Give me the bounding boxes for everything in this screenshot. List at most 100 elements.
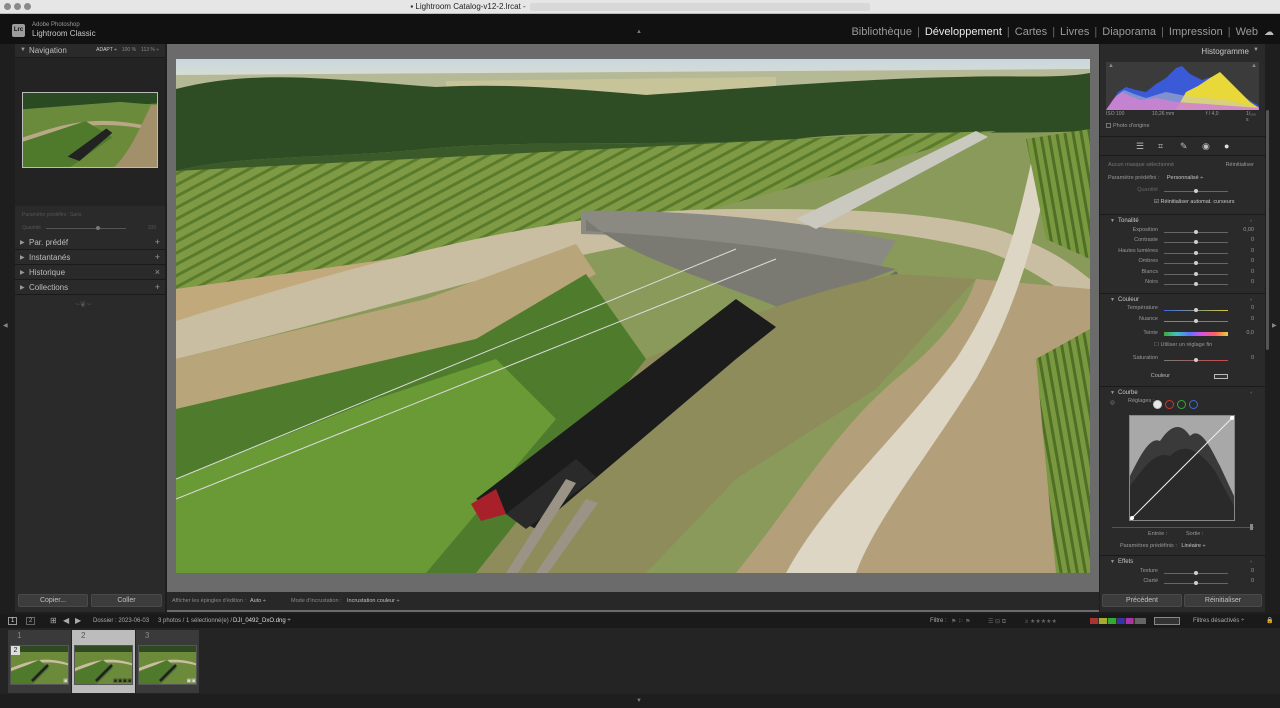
folder-source[interactable]: Dossier : 2023-06-03 xyxy=(93,618,149,624)
curve-red-channel[interactable] xyxy=(1165,400,1174,409)
previous-button[interactable]: Précédent xyxy=(1102,594,1182,607)
expand-left-panel-icon[interactable]: ◀ xyxy=(3,322,8,329)
zoom-100[interactable]: 100 % xyxy=(122,47,136,53)
mask-reset-link[interactable]: Réinitialiser xyxy=(1226,162,1254,168)
module-livres[interactable]: Livres xyxy=(1060,26,1089,38)
filmstrip-cell[interactable]: 1 2 ▣ xyxy=(8,630,71,693)
presets-header[interactable]: ▶ Par. prédéf + xyxy=(15,236,165,250)
history-header[interactable]: ▶ Historique × xyxy=(15,266,165,280)
contraste-slider[interactable]: Contraste 0 xyxy=(1100,237,1265,246)
back-arrow-icon[interactable]: ◀ xyxy=(63,616,69,625)
navigator-thumbnail[interactable] xyxy=(22,92,158,168)
exposition-slider[interactable]: Exposition 0,00 xyxy=(1100,227,1265,236)
module-developpement[interactable]: Développement xyxy=(925,26,1002,38)
right-panel-scrollbar[interactable] xyxy=(1266,110,1269,350)
module-web[interactable]: Web xyxy=(1236,26,1258,38)
visibility-toggle-icon[interactable]: ◐ xyxy=(1250,390,1253,396)
edit-sliders-icon[interactable]: ☰ xyxy=(1136,141,1144,152)
couleur-header[interactable]: ▼ Couleur ◐ xyxy=(1100,293,1265,305)
star-filter-icons[interactable]: ≥ ★★★★★ xyxy=(1025,618,1057,625)
fine-adjust-row[interactable]: ☐ Utiliser un réglage fin xyxy=(1154,342,1212,348)
original-photo-toggle[interactable]: Photo d'origine xyxy=(1106,123,1150,129)
clear-history-icon[interactable]: × xyxy=(155,267,160,277)
curve-region-slider[interactable] xyxy=(1112,524,1257,530)
expand-right-panel-icon[interactable]: ▶ xyxy=(1272,322,1277,329)
add-collection-icon[interactable]: + xyxy=(155,282,160,292)
thumbnail-badge-icons: ▣▣▣▣ xyxy=(113,678,132,684)
flag-filter-icons[interactable]: ⚑ ⚐ ⚑ xyxy=(951,618,970,625)
auto-reset-row[interactable]: ☑ Réinitialiser automat. curseurs xyxy=(1154,199,1234,205)
collections-header[interactable]: ▶ Collections + xyxy=(15,281,165,295)
copy-settings-button[interactable]: Copier... xyxy=(18,594,88,607)
cloud-sync-icon[interactable]: ☁ xyxy=(1264,27,1274,38)
filmstrip-cell[interactable]: 3 ▣▣ xyxy=(136,630,199,693)
texture-slider[interactable]: Texture 0 xyxy=(1100,568,1265,577)
crop-icon[interactable]: ⌗ xyxy=(1158,141,1163,152)
mask-preset-select[interactable]: Personnalisé ÷ xyxy=(1167,175,1203,181)
collapse-filmstrip-icon[interactable]: ▼ xyxy=(636,698,642,704)
noirs-slider[interactable]: Noirs 0 xyxy=(1100,279,1265,288)
curve-green-channel[interactable] xyxy=(1177,400,1186,409)
module-cartes[interactable]: Cartes xyxy=(1015,26,1047,38)
forward-arrow-icon[interactable]: ▶ xyxy=(75,616,81,625)
edit-pins-select[interactable]: Auto ÷ xyxy=(250,598,266,604)
tonalite-header[interactable]: ▼ Tonalité ◐ xyxy=(1100,214,1265,226)
snapshots-header[interactable]: ▶ Instantanés + xyxy=(15,251,165,265)
window-1-icon[interactable]: 1 xyxy=(8,617,18,625)
clarte-slider[interactable]: Clarté 0 xyxy=(1100,578,1265,587)
blancs-slider[interactable]: Blancs 0 xyxy=(1100,269,1265,278)
curve-blue-channel[interactable] xyxy=(1189,400,1198,409)
module-diaporama[interactable]: Diaporama xyxy=(1102,26,1156,38)
temperature-slider[interactable]: Température 0 xyxy=(1100,305,1265,314)
mask-amount-slider[interactable]: Quantité xyxy=(1100,187,1265,195)
visibility-toggle-icon[interactable]: ◐ xyxy=(1250,559,1253,565)
zoom-custom[interactable]: 113 % ÷ xyxy=(141,47,159,53)
curve-rgb-channel[interactable] xyxy=(1153,400,1162,409)
paste-settings-button[interactable]: Coller xyxy=(91,594,162,607)
module-impression[interactable]: Impression xyxy=(1169,26,1223,38)
overlay-mode-select[interactable]: Incrustation couleur ÷ xyxy=(347,598,400,604)
filter-lock-icon[interactable]: 🔒 xyxy=(1266,617,1273,624)
reset-button[interactable]: Réinitialiser xyxy=(1184,594,1262,607)
navigator-preview[interactable] xyxy=(15,58,165,206)
main-photo[interactable] xyxy=(176,59,1090,573)
kind-filter-icons[interactable]: ☰ ⊟ ⧉ xyxy=(988,618,1006,626)
courbe-header[interactable]: ▼ Courbe ◐ xyxy=(1100,386,1265,398)
hautes-lumieres-slider[interactable]: Hautes lumières 0 xyxy=(1100,248,1265,257)
current-filename[interactable]: DJI_0492_DxO.dng ÷ xyxy=(233,618,291,624)
curve-target-icon[interactable]: ◎ xyxy=(1110,400,1115,406)
shadow-clip-icon[interactable]: ▲ xyxy=(1108,63,1114,69)
color-swatch[interactable] xyxy=(1214,374,1228,379)
original-photo-checkbox[interactable] xyxy=(1106,123,1111,129)
add-snapshot-icon[interactable]: + xyxy=(155,252,160,262)
ombres-slider[interactable]: Ombres 0 xyxy=(1100,258,1265,267)
nuance-slider[interactable]: Nuance 0 xyxy=(1100,316,1265,325)
red-eye-icon[interactable]: ◉ xyxy=(1202,141,1210,152)
visibility-toggle-icon[interactable]: ◐ xyxy=(1250,218,1253,224)
couleur-swatch-row[interactable]: Couleur xyxy=(1100,373,1265,382)
filmstrip-cell-selected[interactable]: 2 ▣▣▣▣ xyxy=(72,630,135,693)
curve-preset-select[interactable]: Linéaire ÷ xyxy=(1181,543,1205,549)
window-2-icon[interactable]: 2 xyxy=(26,617,36,625)
effets-header[interactable]: ▼ Effets ◐ xyxy=(1100,555,1265,567)
collapse-top-panel-icon[interactable]: ▲ xyxy=(636,29,642,35)
tone-curve-graph[interactable] xyxy=(1129,415,1235,521)
histogram[interactable]: ▲ ▲ xyxy=(1106,62,1259,110)
fine-adjust-checkbox[interactable]: ☐ xyxy=(1154,342,1159,348)
teinte-slider[interactable]: Teinte 0,0 xyxy=(1100,330,1265,339)
navigation-header[interactable]: ▼ Navigation ADAPT ÷ 100 % 113 % ÷ xyxy=(15,44,165,58)
visibility-toggle-icon[interactable]: ◐ xyxy=(1250,297,1253,303)
add-preset-icon[interactable]: + xyxy=(155,237,160,247)
masking-icon[interactable]: ● xyxy=(1224,141,1229,151)
zoom-fit[interactable]: ADAPT ÷ xyxy=(96,47,117,53)
module-bibliotheque[interactable]: Bibliothèque xyxy=(851,26,912,38)
healing-icon[interactable]: ✎ xyxy=(1180,141,1188,152)
color-label-filter[interactable] xyxy=(1090,618,1146,624)
saturation-slider[interactable]: Saturation 0 xyxy=(1100,355,1265,364)
histogram-header[interactable]: Histogramme ▼ xyxy=(1100,44,1265,58)
highlight-clip-icon[interactable]: ▲ xyxy=(1251,63,1257,69)
filter-preset-toggle[interactable] xyxy=(1154,617,1180,625)
filter-preset-select[interactable]: Filtres désactivés ÷ xyxy=(1193,618,1244,624)
grid-view-icon[interactable]: ⊞ xyxy=(50,616,57,625)
auto-reset-checkbox[interactable]: ☑ xyxy=(1154,199,1159,205)
